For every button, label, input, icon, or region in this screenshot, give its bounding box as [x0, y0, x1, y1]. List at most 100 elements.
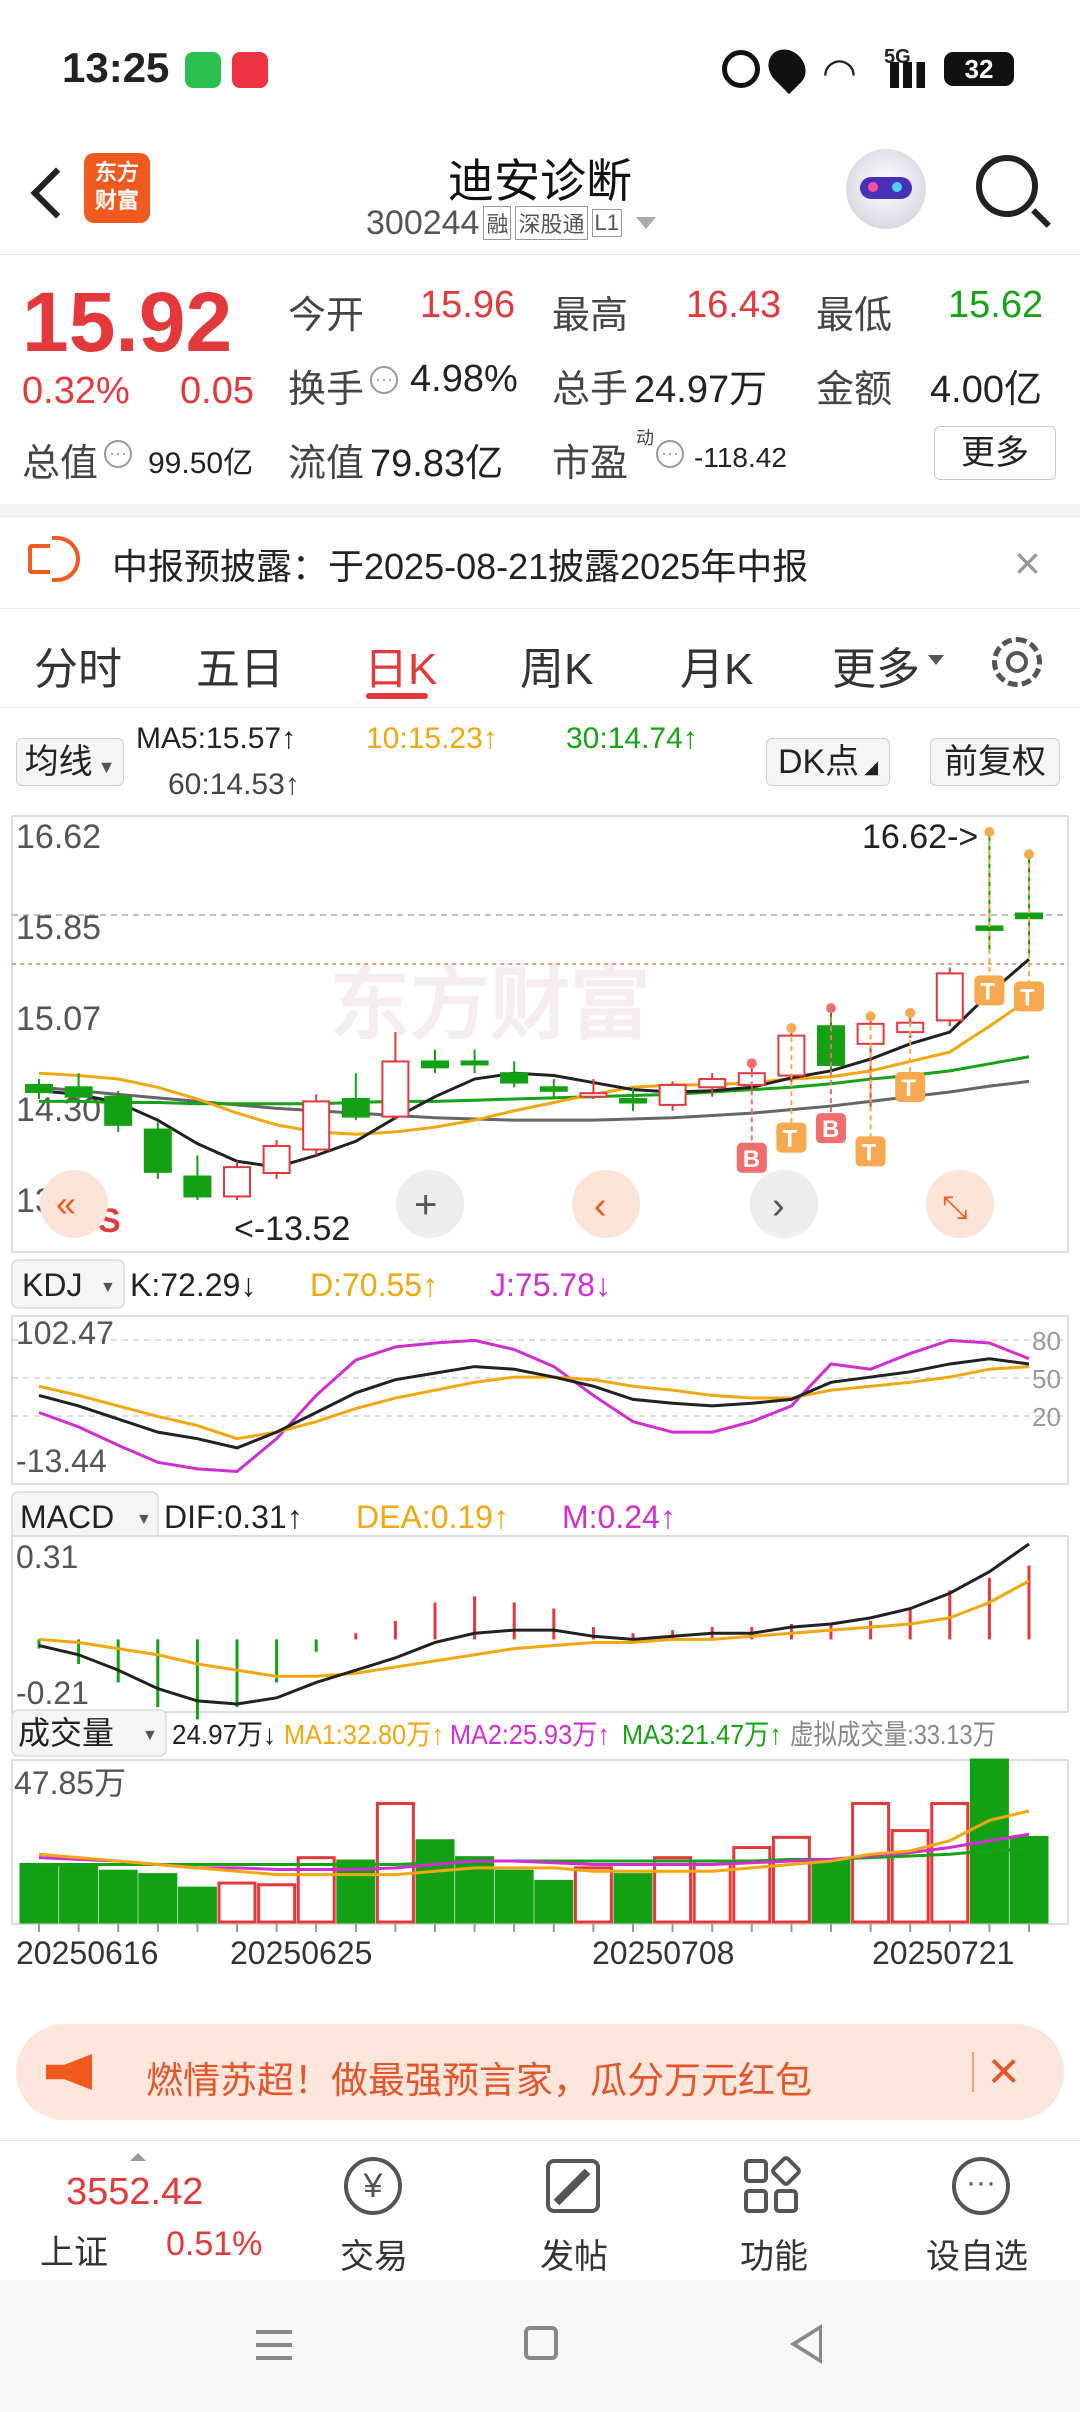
chevron-left-icon: ‹ [594, 1185, 607, 1227]
stock-code: 300244 [366, 203, 480, 242]
chevron-down-icon [928, 655, 944, 665]
kdj-k-value: K:72.29↓ [130, 1267, 256, 1303]
tab-monthly-k[interactable]: 月K [680, 633, 753, 697]
ma-selector[interactable]: 均线 ▼ [16, 738, 124, 786]
nav-trade[interactable]: ¥ 交易 [330, 2151, 420, 2281]
date-label: 20250616 [16, 1935, 158, 1971]
signal-dot [826, 1003, 836, 1014]
volume-ma1: MA1:32.80万↑ [284, 1719, 444, 1750]
search-icon-handle [1031, 208, 1051, 228]
info-icon[interactable]: ··· [656, 440, 684, 468]
volume-bar [653, 1856, 693, 1924]
volume-ma2: MA2:25.93万↑ [450, 1719, 610, 1750]
megaphone-icon [46, 2054, 92, 2090]
info-icon[interactable]: ··· [104, 440, 132, 468]
chevron-down-icon [635, 217, 656, 229]
float-value: 79.83亿 [370, 443, 504, 485]
home-icon[interactable] [524, 2326, 558, 2360]
candle [302, 1094, 331, 1156]
volume-bar [177, 1886, 217, 1924]
ma10-value: 10:15.23↑ [366, 722, 498, 755]
volume-bar [890, 1829, 930, 1924]
notice-bar[interactable]: 中报预披露：于2025-08-21披露2025年中报 × [0, 518, 1080, 608]
location-icon [760, 41, 814, 95]
ma30-value: 30:14.74↑ [566, 722, 698, 755]
robot-avatar-icon[interactable] [846, 149, 926, 229]
macd-m-value: M:0.24↑ [562, 1499, 676, 1535]
candle-body [500, 1072, 529, 1084]
wifi-icon: ◠ [822, 51, 857, 95]
index-change: 0.51% [166, 2225, 263, 2263]
chevron-down-icon: ▼ [142, 1727, 158, 1744]
high-value: 16.43 [686, 284, 782, 326]
kdj-selector-label: KDJ [22, 1267, 82, 1303]
tab-weekly-k[interactable]: 周K [520, 633, 593, 697]
fullscreen-button[interactable]: ⤡ [926, 1170, 994, 1238]
candle-body [64, 1086, 93, 1098]
close-icon[interactable]: × [1014, 536, 1041, 590]
last-price: 15.92 [22, 275, 233, 369]
tab-daily-k[interactable]: 日K [364, 633, 437, 697]
volume-bar [257, 1883, 297, 1924]
nav-functions-label: 功能 [740, 2238, 808, 2276]
adjust-button[interactable]: 前复权 [930, 738, 1060, 786]
signal-icon [890, 62, 934, 88]
candle-body [698, 1078, 727, 1089]
tab-five-day[interactable]: 五日 [196, 633, 284, 697]
nav-watchlist-label: 设自选 [926, 2238, 1028, 2276]
search-icon[interactable] [976, 155, 1038, 217]
candle-body [935, 972, 964, 1022]
signal-label: T [862, 1139, 877, 1166]
promo-banner[interactable]: 燃情苏超！做最强预言家，瓜分万元红包 × [16, 2024, 1064, 2120]
open-label: 今开 [288, 295, 365, 337]
back-triangle-inner [797, 2330, 819, 2358]
volume-y-top: 47.85万 [14, 1765, 126, 1801]
nav-post[interactable]: 发帖 [530, 2151, 620, 2281]
tab-more[interactable]: 更多 [832, 633, 920, 697]
candle-body [302, 1100, 331, 1151]
volume-bar [851, 1802, 891, 1924]
volume-bar [415, 1839, 455, 1924]
tab-intraday[interactable]: 分时 [34, 633, 122, 697]
scroll-right-button[interactable]: › [750, 1170, 818, 1238]
candle-body [421, 1060, 449, 1069]
watermark: 东方财富 [330, 960, 650, 1049]
index-value: 3552.42 [66, 2171, 204, 2213]
nav-watchlist[interactable]: ··· 设自选 [920, 2151, 1040, 2281]
scroll-left-fast-button[interactable]: « [40, 1170, 108, 1238]
date-label: 20250721 [872, 1935, 1014, 1971]
stock-chart[interactable]: 东方财富 16.6215.8515.0714.3013.52 BTBTTTT 1… [0, 812, 1080, 2022]
clock: 13:25 [62, 44, 170, 91]
zoom-in-button[interactable]: + [396, 1170, 464, 1238]
macd-dea-value: DEA:0.19↑ [356, 1499, 509, 1535]
volume-bar [217, 1881, 257, 1924]
stock-code-row[interactable]: 300244 融 深股通 L1 [366, 203, 656, 243]
volume-bar [494, 1869, 534, 1924]
volume-bar [811, 1859, 851, 1924]
volume-bar [930, 1802, 970, 1924]
grid-icon [744, 2159, 768, 2183]
signal-label: T [1020, 984, 1035, 1011]
candle-body [183, 1175, 212, 1198]
candle [262, 1140, 291, 1179]
signal-dot [984, 827, 995, 837]
volume-selector-label: 成交量 [18, 1715, 114, 1751]
index-ticker[interactable]: 3552.42 上证 0.51% [0, 2141, 300, 2281]
close-icon[interactable]: × [988, 2040, 1020, 2102]
nav-functions[interactable]: 功能 [730, 2151, 820, 2281]
grid-icon-cell [774, 2189, 798, 2213]
info-icon[interactable]: ··· [370, 366, 398, 394]
signal-label: B [743, 1146, 760, 1173]
more-button[interactable]: 更多 [934, 426, 1056, 480]
ma-selector-label: 均线 [24, 743, 93, 781]
dk-point-button[interactable]: DK点 ◢ [766, 738, 890, 786]
price-axis-label: 15.07 [16, 1000, 101, 1038]
wechat-icon [185, 52, 221, 88]
signal-dot [1024, 849, 1034, 860]
chevron-down-icon: ▼ [100, 1279, 116, 1296]
volume-bar [534, 1879, 574, 1924]
scroll-left-button[interactable]: ‹ [572, 1170, 640, 1238]
plus-icon: + [414, 1183, 437, 1227]
candle-body [460, 1060, 489, 1066]
caret-up-icon [130, 2153, 146, 2161]
